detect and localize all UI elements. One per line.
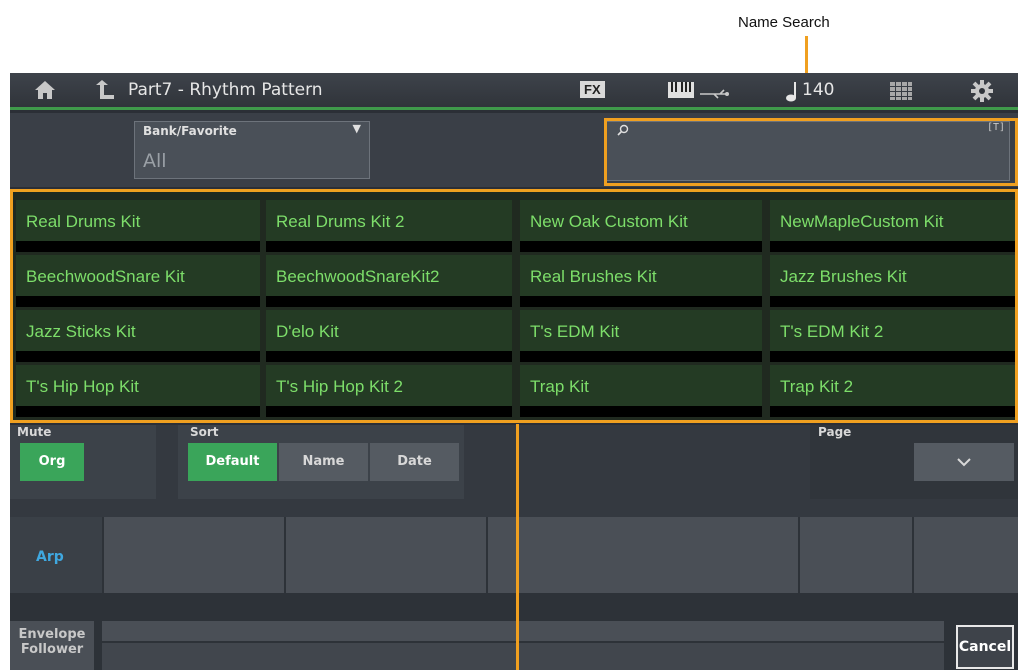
page-group: Page [810,425,1018,499]
lower-panel: Arp Envelope Follower Cancel [10,517,1018,670]
info-panel [102,643,944,670]
home-icon[interactable] [32,79,58,105]
page-title: Part7 - Rhythm Pattern [128,80,323,100]
grid-highlight [10,189,1018,423]
grid-icon[interactable] [890,82,912,104]
arp-slot-1[interactable] [104,517,284,593]
arp-slot-3[interactable] [488,517,798,593]
page-down-button[interactable] [914,443,1014,481]
cancel-button[interactable]: Cancel [956,625,1014,669]
name-search-highlight [604,118,1018,186]
arp-tab[interactable]: Arp [10,517,102,593]
bank-favorite-value: All [143,150,167,172]
sort-label: Sort [190,425,219,439]
name-search-callout-label: Name Search [738,14,830,31]
fx-icon[interactable]: FX [580,81,605,98]
controls-row: Mute Org Sort Default Name Date Page [10,425,1018,517]
title-bar: Part7 - Rhythm Pattern FX 140 [10,73,1018,110]
arp-label: Arp [36,549,64,565]
mute-org-button[interactable]: Org [20,443,84,481]
page-label: Page [818,425,852,439]
sort-default-button[interactable]: Default [188,443,277,481]
note-icon [786,80,798,106]
arp-slot-4[interactable] [800,517,912,593]
tempo-value[interactable]: 140 [802,80,834,100]
screen: Part7 - Rhythm Pattern FX 140 Bank/Favor… [10,73,1018,670]
keyboard-icon [668,82,694,102]
arp-slot-2[interactable] [286,517,486,593]
grid-callout-line [516,424,519,670]
back-arrow-icon[interactable] [92,79,118,105]
sort-group: Sort Default Name Date [178,425,464,499]
bank-favorite-label: Bank/Favorite [143,124,237,138]
dropdown-arrow-icon: ▼ [352,122,361,135]
usb-icon [700,85,730,104]
gear-icon[interactable] [970,79,994,107]
bank-favorite-selector[interactable]: Bank/Favorite ▼ All [134,121,370,179]
sort-date-button[interactable]: Date [370,443,459,481]
envelope-follower-line1: Envelope [18,627,86,642]
info-strip [102,621,944,641]
arp-slot-5[interactable] [914,517,1018,593]
envelope-follower-line2: Follower [20,642,84,657]
sort-name-button[interactable]: Name [279,443,368,481]
chevron-down-icon [957,457,971,466]
mute-label: Mute [17,425,52,439]
mute-group: Mute Org [10,425,156,499]
envelope-follower-button[interactable]: Envelope Follower [10,621,94,670]
